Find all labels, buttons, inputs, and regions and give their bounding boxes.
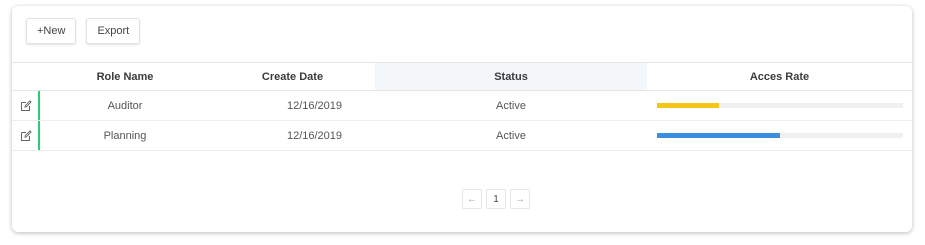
roles-card: +New Export Role Name Create Date Status…: [12, 6, 912, 232]
column-header-create-date[interactable]: Create Date: [210, 62, 375, 91]
cell-acces-rate: [647, 90, 912, 121]
cell-role-name: Planning: [40, 120, 210, 151]
cell-role-name: Auditor: [40, 90, 210, 121]
page-number-button[interactable]: 1: [486, 189, 506, 209]
table-header-row: Role Name Create Date Status Acces Rate: [12, 62, 912, 91]
cell-status: Active: [375, 90, 647, 121]
table-row[interactable]: Auditor 12/16/2019 Active: [12, 90, 912, 121]
cell-status: Active: [375, 120, 647, 151]
new-button[interactable]: +New: [26, 18, 77, 44]
acces-rate-fill: [657, 103, 719, 108]
create-date-text: 12/16/2019: [286, 129, 343, 142]
pagination: ← 1 →: [462, 189, 530, 209]
export-button[interactable]: Export: [86, 18, 141, 44]
prev-page-button[interactable]: ←: [462, 189, 482, 209]
cell-acces-rate: [647, 120, 912, 151]
table-row[interactable]: Planning 12/16/2019 Active: [12, 120, 912, 151]
row-accent-bar: [38, 91, 40, 120]
acces-rate-fill: [657, 133, 780, 138]
column-header-role-name[interactable]: Role Name: [40, 62, 210, 91]
edit-icon[interactable]: [20, 99, 32, 112]
roles-table: Role Name Create Date Status Acces Rate …: [12, 62, 912, 151]
acces-rate-bar: [657, 133, 903, 138]
create-date-text: 12/16/2019: [286, 99, 343, 112]
column-header-status[interactable]: Status: [375, 62, 647, 91]
toolbar: +New Export: [26, 18, 141, 44]
cell-create-date: 12/16/2019: [210, 90, 375, 121]
row-edit-cell[interactable]: [12, 120, 40, 151]
column-header-acces-rate[interactable]: Acces Rate: [647, 62, 912, 91]
acces-rate-bar: [657, 103, 903, 108]
edit-icon[interactable]: [20, 129, 32, 142]
row-edit-cell[interactable]: [12, 90, 40, 121]
cell-create-date: 12/16/2019: [210, 120, 375, 151]
next-page-button[interactable]: →: [510, 189, 530, 209]
row-accent-bar: [38, 121, 40, 150]
edit-column-header: [12, 62, 40, 91]
